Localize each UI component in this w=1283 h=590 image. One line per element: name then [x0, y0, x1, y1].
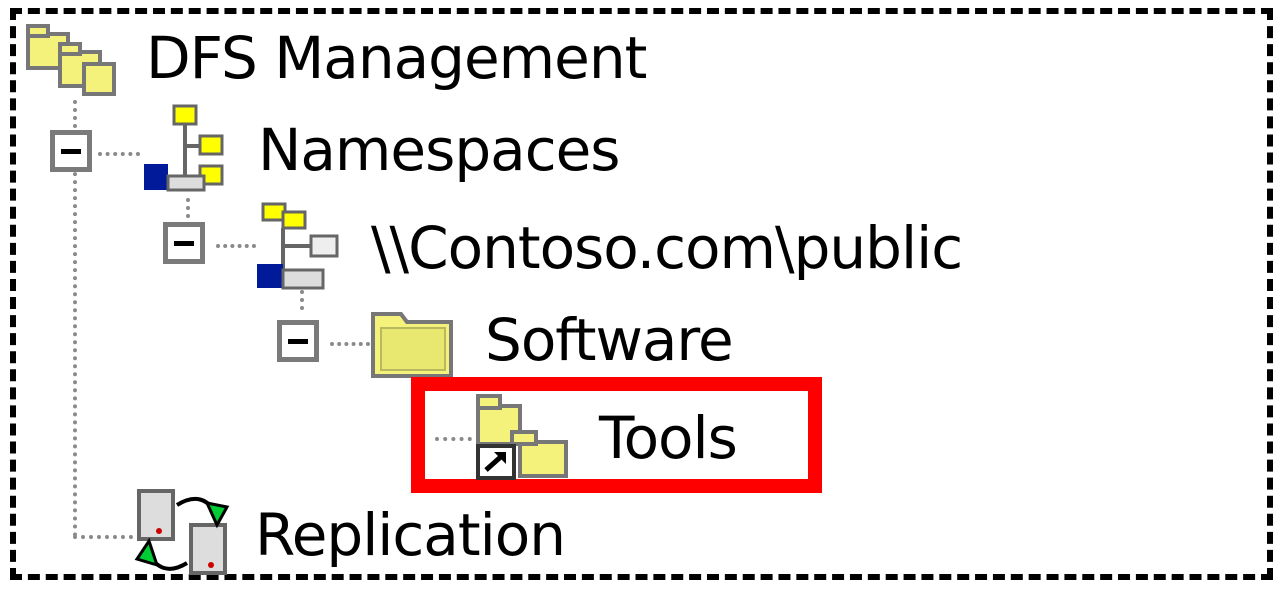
- tree-node-label: Software: [485, 306, 734, 374]
- tree-node-tools[interactable]: Tools: [474, 392, 774, 482]
- tree-node-replication[interactable]: Replication: [133, 485, 593, 580]
- tree-line: [186, 198, 190, 218]
- namespace-icon: [257, 202, 339, 290]
- replication-icon: [134, 489, 230, 575]
- collapse-button-namespace[interactable]: [163, 222, 205, 264]
- collapse-button-software[interactable]: [277, 320, 319, 362]
- tree-node-namespace-contoso-public[interactable]: \\Contoso.com\public: [253, 198, 993, 298]
- folder-target-icon: [476, 394, 568, 480]
- tree-node-namespaces[interactable]: Namespaces: [140, 100, 620, 200]
- tree-line: [73, 535, 133, 539]
- tree-node-dfs-management[interactable]: DFS Management: [24, 20, 654, 100]
- tree-node-label: Replication: [255, 501, 566, 569]
- tree-line: [98, 152, 140, 156]
- namespaces-icon: [144, 104, 224, 192]
- collapse-button-namespaces[interactable]: [50, 130, 92, 172]
- tree-node-software[interactable]: Software: [367, 298, 747, 382]
- tree-node-label: \\Contoso.com\public: [371, 214, 963, 282]
- dfs-management-icon: [26, 24, 116, 96]
- tree-line: [216, 244, 256, 248]
- tree-node-label: DFS Management: [146, 24, 647, 92]
- tree-line: [330, 342, 370, 346]
- tree-node-label: Tools: [599, 404, 738, 472]
- folder-icon: [371, 312, 453, 378]
- tree-node-label: Namespaces: [258, 116, 620, 184]
